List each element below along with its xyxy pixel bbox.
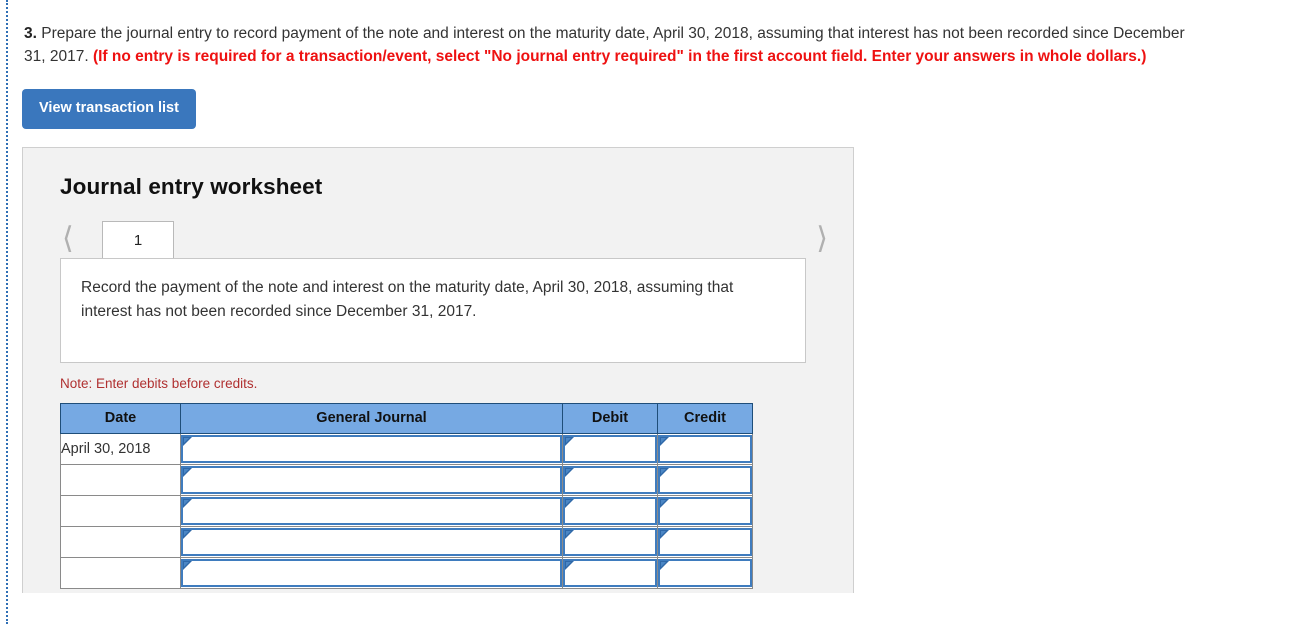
date-cell[interactable] (60, 556, 181, 589)
debit-cell[interactable] (562, 432, 658, 465)
credit-input[interactable] (658, 527, 752, 556)
general-journal-cell[interactable] (180, 494, 563, 527)
chevron-left-icon[interactable]: ⟨ (62, 223, 74, 253)
date-cell[interactable]: April 30, 2018 (60, 432, 181, 465)
left-dotted-rail (6, 0, 8, 624)
table-row: April 30, 2018 (60, 432, 753, 465)
credit-cell[interactable] (657, 525, 753, 558)
debits-before-credits-note: Note: Enter debits before credits. (60, 375, 258, 391)
page-root: 3. Prepare the journal entry to record p… (0, 0, 1300, 624)
general-journal-cell[interactable] (180, 556, 563, 589)
page-content: 3. Prepare the journal entry to record p… (22, 0, 1300, 624)
credit-cell[interactable] (657, 556, 753, 589)
worksheet-title: Journal entry worksheet (60, 173, 323, 199)
credit-input[interactable] (658, 465, 752, 494)
credit-cell[interactable] (657, 463, 753, 496)
general-journal-input[interactable] (181, 527, 562, 556)
credit-cell[interactable] (657, 494, 753, 527)
general-journal-input[interactable] (181, 465, 562, 494)
table-row (60, 494, 753, 527)
table-row (60, 525, 753, 558)
debit-cell[interactable] (562, 556, 658, 589)
worksheet-tabstrip: ⟨ 1 ⟩ (60, 220, 830, 259)
date-cell[interactable] (60, 525, 181, 558)
table-header-row: Date General Journal Debit Credit (60, 402, 753, 434)
debit-input[interactable] (563, 558, 657, 587)
credit-input[interactable] (658, 434, 752, 463)
worksheet-tab-1[interactable]: 1 (102, 220, 174, 259)
column-header-date: Date (60, 402, 181, 434)
debit-cell[interactable] (562, 494, 658, 527)
worksheet-instruction-text: Record the payment of the note and inter… (81, 278, 734, 320)
toolbar: View transaction list (22, 68, 1300, 129)
debit-input[interactable] (563, 527, 657, 556)
credit-input[interactable] (658, 558, 752, 587)
view-transaction-list-button[interactable]: View transaction list (22, 89, 196, 129)
table-row (60, 463, 753, 496)
general-journal-input[interactable] (181, 434, 562, 463)
question-red-instruction: (If no entry is required for a transacti… (92, 48, 1147, 65)
question-number: 3. (24, 25, 37, 42)
question-prompt: 3. Prepare the journal entry to record p… (22, 0, 1300, 68)
debit-input[interactable] (563, 465, 657, 494)
debit-cell[interactable] (562, 463, 658, 496)
date-cell[interactable] (60, 463, 181, 496)
column-header-debit: Debit (562, 402, 658, 434)
general-journal-input[interactable] (181, 496, 562, 525)
debit-input[interactable] (563, 434, 657, 463)
column-header-general-journal: General Journal (180, 402, 563, 434)
table-row (60, 556, 753, 589)
general-journal-input[interactable] (181, 558, 562, 587)
credit-cell[interactable] (657, 432, 753, 465)
column-header-credit: Credit (657, 402, 753, 434)
worksheet-inner: Journal entry worksheet ⟨ 1 ⟩ Record the… (23, 148, 853, 589)
journal-entry-worksheet-panel: Journal entry worksheet ⟨ 1 ⟩ Record the… (22, 146, 854, 593)
general-journal-cell[interactable] (180, 463, 563, 496)
debit-cell[interactable] (562, 525, 658, 558)
worksheet-instruction-box: Record the payment of the note and inter… (60, 257, 806, 363)
debit-input[interactable] (563, 496, 657, 525)
chevron-right-icon[interactable]: ⟩ (816, 223, 828, 253)
general-journal-cell[interactable] (180, 432, 563, 465)
general-journal-cell[interactable] (180, 525, 563, 558)
credit-input[interactable] (658, 496, 752, 525)
date-cell[interactable] (60, 494, 181, 527)
journal-entry-table: Date General Journal Debit Credit April … (60, 402, 753, 589)
